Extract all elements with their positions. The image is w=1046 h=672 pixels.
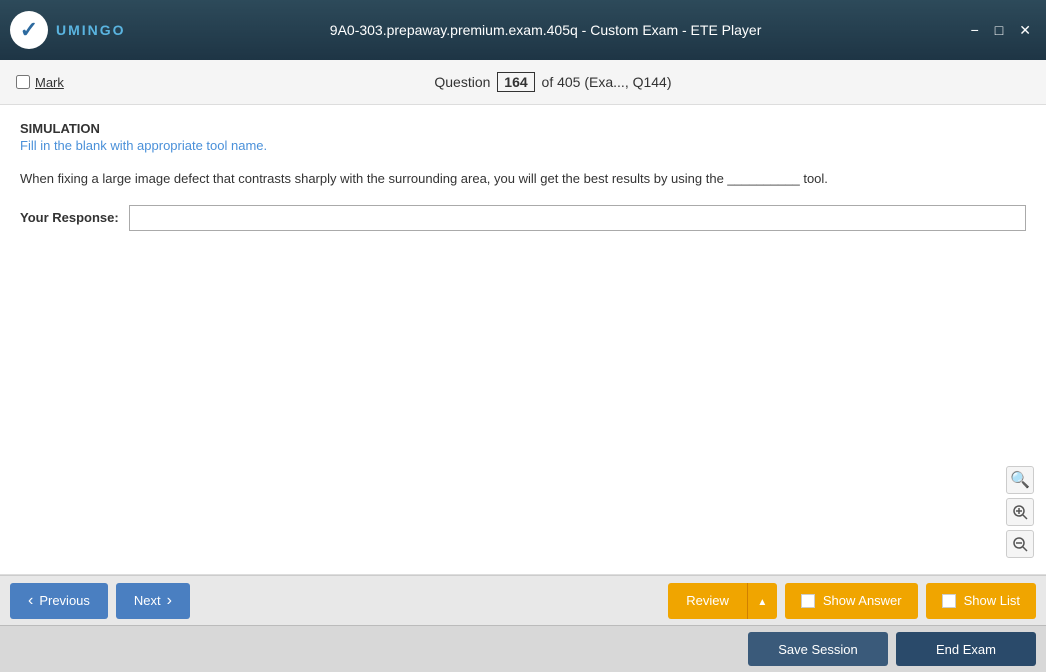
review-chevron-icon — [757, 593, 767, 608]
next-chevron-icon — [167, 592, 172, 610]
logo-area: ✓ UMINGO — [10, 11, 126, 49]
question-text: When fixing a large image defect that co… — [20, 169, 1026, 189]
previous-button[interactable]: Previous — [10, 583, 108, 619]
review-button[interactable]: Review — [668, 583, 747, 619]
minimize-button[interactable]: − — [966, 20, 984, 40]
show-list-label: Show List — [964, 593, 1020, 608]
restore-button[interactable]: □ — [990, 20, 1008, 40]
zoom-in-button[interactable] — [1006, 498, 1034, 526]
next-button[interactable]: Next — [116, 583, 190, 619]
bottom-toolbar: Previous Next Review Show Answer Show Li… — [0, 575, 1046, 625]
window-controls: − □ ✕ — [966, 20, 1036, 41]
logo-icon: ✓ — [10, 11, 48, 49]
response-input[interactable] — [129, 205, 1026, 231]
show-answer-label: Show Answer — [823, 593, 902, 608]
window-title: 9A0-303.prepaway.premium.exam.405q - Cus… — [126, 22, 966, 38]
close-button[interactable]: ✕ — [1014, 20, 1036, 41]
mark-area[interactable]: Mark — [16, 75, 64, 90]
mark-label: Mark — [35, 75, 64, 90]
response-row: Your Response: — [20, 205, 1026, 231]
previous-chevron-icon — [28, 592, 33, 610]
response-label: Your Response: — [20, 210, 119, 225]
zoom-in-icon — [1012, 504, 1028, 520]
main-content: SIMULATION Fill in the blank with approp… — [0, 105, 1046, 575]
show-answer-button[interactable]: Show Answer — [785, 583, 918, 619]
question-header: Mark Question 164 of 405 (Exa..., Q144) — [0, 60, 1046, 105]
end-exam-button[interactable]: End Exam — [896, 632, 1036, 666]
title-bar: ✓ UMINGO 9A0-303.prepaway.premium.exam.4… — [0, 0, 1046, 60]
zoom-out-button[interactable] — [1006, 530, 1034, 558]
show-answer-checkbox-icon — [801, 594, 815, 608]
zoom-controls: 🔍 — [1006, 466, 1034, 558]
next-label: Next — [134, 593, 161, 608]
simulation-instruction: Fill in the blank with appropriate tool … — [20, 138, 1026, 153]
save-session-button[interactable]: Save Session — [748, 632, 888, 666]
simulation-type-label: SIMULATION — [20, 121, 1026, 136]
question-prefix: Question — [434, 74, 490, 90]
logo-text: UMINGO — [56, 22, 126, 38]
question-total: of 405 (Exa..., Q144) — [542, 74, 672, 90]
logo-v-shape: ✓ — [20, 17, 38, 43]
mark-checkbox[interactable] — [16, 75, 30, 89]
review-dropdown-button[interactable] — [747, 583, 777, 619]
search-zoom-button[interactable]: 🔍 — [1006, 466, 1034, 494]
show-list-button[interactable]: Show List — [926, 583, 1036, 619]
review-button-group: Review — [668, 583, 777, 619]
previous-label: Previous — [39, 593, 90, 608]
question-info: Question 164 of 405 (Exa..., Q144) — [76, 72, 1030, 92]
show-list-checkbox-icon — [942, 594, 956, 608]
question-number-box: 164 — [497, 72, 534, 92]
zoom-out-icon — [1012, 536, 1028, 552]
bottom-action-bar: Save Session End Exam — [0, 625, 1046, 672]
